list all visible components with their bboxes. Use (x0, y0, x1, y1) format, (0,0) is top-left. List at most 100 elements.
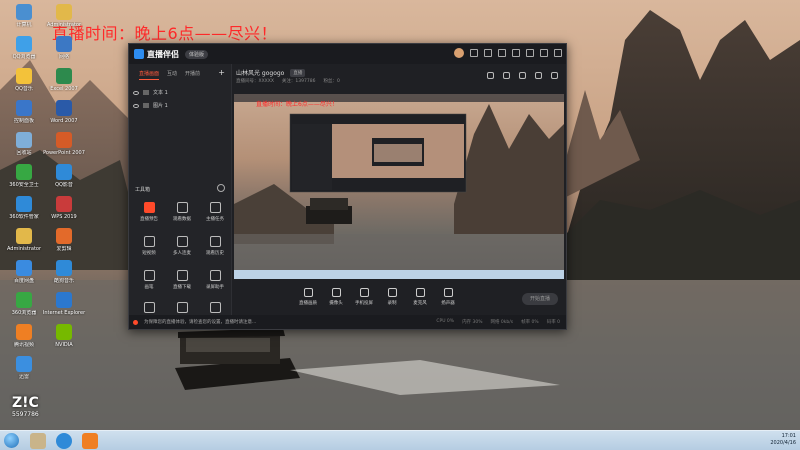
desktop-icon[interactable]: 百度网盘 (2, 260, 46, 284)
control-label: 扬声器 (441, 301, 455, 306)
tab-prelive[interactable]: 开播前 (185, 70, 200, 80)
control-button[interactable]: 录制 (378, 288, 406, 306)
preview-overlay-text: 直播时间：晚上6点——尽兴！ (256, 100, 338, 108)
lock-icon[interactable] (503, 72, 510, 79)
tool-button[interactable]: 直播下载 (167, 270, 197, 290)
desktop-icon-label: QQ音乐 (15, 86, 33, 92)
start-live-button[interactable]: 开始直播 (522, 293, 558, 305)
desktop-icon-label: 回收站 (16, 150, 32, 156)
minimize-icon[interactable] (526, 49, 534, 57)
desktop-icon[interactable]: 控制面板 (2, 100, 46, 124)
app-title: 直播伴侣 (147, 49, 179, 59)
desktop-icon[interactable]: PowerPoint 2007 (42, 132, 86, 156)
tool-button[interactable]: 主播任务 (200, 202, 230, 222)
notice-text[interactable]: 为保障您的直播体验，请检查您的设置，直播时请注意... (144, 319, 256, 325)
live-preview[interactable]: 直播时间：晚上6点——尽兴！ (234, 94, 564, 279)
room-id: 直播间号：XXXXX (236, 79, 274, 84)
app-icon (16, 36, 32, 52)
toolbox-settings-icon[interactable] (217, 184, 225, 192)
add-source-button[interactable]: + (218, 69, 225, 80)
tool-label: 观看历史 (206, 251, 224, 256)
desktop-icon-label: 网络 (58, 54, 69, 60)
skin-icon[interactable] (484, 49, 492, 57)
control-button[interactable]: 直播画质 (294, 288, 322, 306)
warning-icon (133, 319, 138, 325)
desktop-icon[interactable]: 爱剪辑 (42, 228, 86, 252)
app-icon (16, 292, 32, 308)
source-item[interactable]: 文本 1 (129, 86, 231, 99)
close-icon[interactable] (554, 49, 562, 57)
tool-button[interactable]: 观看历史 (200, 236, 230, 256)
maximize-icon[interactable] (540, 49, 548, 57)
room-followers: 关注：1397786 (281, 79, 316, 84)
preview-scene: 直播时间：晚上6点——尽兴！ (234, 94, 564, 279)
desktop-icon[interactable]: Administrator (42, 4, 86, 28)
gift-icon[interactable] (487, 72, 494, 79)
taskbar-app-kugou-icon[interactable] (56, 433, 72, 449)
control-button[interactable]: 手机投屏 (350, 288, 378, 306)
desktop-icon[interactable]: Administrator (2, 228, 46, 252)
desktop-icon[interactable]: 迅雷 (2, 356, 46, 380)
control-icon (303, 288, 313, 297)
desktop-icon[interactable]: 360浏览器 (2, 292, 46, 316)
system-tray[interactable]: 17:01 2020/4/16 (770, 433, 796, 447)
desktop-icon[interactable]: 回收站 (2, 132, 46, 156)
share-icon[interactable] (551, 72, 558, 79)
settings-icon[interactable] (498, 49, 506, 57)
taskbar-app-user-icon[interactable] (30, 433, 46, 449)
desktop-icon[interactable]: QQ浏览器 (2, 36, 46, 60)
eye-icon[interactable] (133, 90, 139, 95)
desktop-icon[interactable]: QQ音乐 (2, 68, 46, 92)
control-button[interactable]: 摄像头 (322, 288, 350, 306)
desktop-icon[interactable]: Word 2007 (42, 100, 86, 124)
channel-watermark: Z!C 5597786 (12, 395, 56, 435)
desktop-icon-label: NVIDIA (55, 342, 73, 348)
desktop-icon[interactable]: 计算机 (2, 4, 46, 28)
room-title[interactable]: 山林风光 gogogo (236, 68, 284, 77)
version-badge[interactable]: 体验版 (185, 49, 209, 59)
app-icon (56, 196, 72, 212)
tool-button[interactable]: 观看数据 (167, 202, 197, 222)
tool-label: 直播下载 (173, 285, 191, 290)
control-button[interactable]: 麦克风 (406, 288, 434, 306)
app-icon (16, 356, 32, 372)
bell-icon[interactable] (535, 72, 542, 79)
avatar[interactable] (454, 48, 464, 58)
network-stat: 网络 0kb/s (490, 320, 514, 325)
tool-button[interactable]: 画笔 (134, 270, 164, 290)
desktop-icon[interactable]: NVIDIA (42, 324, 86, 348)
tool-icon (176, 236, 188, 247)
tool-icon (143, 202, 155, 213)
desktop-icon[interactable]: 360安全卫士 (2, 164, 46, 188)
tab-interact[interactable]: 互动 (167, 70, 177, 80)
desktop-icon[interactable]: Internet Explorer (42, 292, 86, 316)
tab-scene[interactable]: 直播画面 (139, 70, 160, 80)
desktop-icon[interactable]: 腾讯视频 (2, 324, 46, 348)
tool-label: 观看数据 (173, 217, 191, 222)
taskbar-app-live-companion-icon[interactable] (82, 433, 98, 449)
tool-button[interactable]: 多人连麦 (167, 236, 197, 256)
tool-button[interactable]: 直播预告 (134, 202, 164, 222)
app-icon (16, 132, 32, 148)
tool-button[interactable]: 录屏助手 (200, 270, 230, 290)
tool-label: 画笔 (144, 285, 154, 290)
message-icon[interactable] (470, 49, 478, 57)
source-item[interactable]: 图片 1 (129, 99, 231, 112)
desktop-icon-label: 腾讯视频 (13, 342, 34, 348)
desktop-icon[interactable]: QQ影音 (42, 164, 86, 188)
control-label: 直播画质 (299, 301, 317, 306)
windows-start-button[interactable] (4, 433, 19, 448)
desktop-icon-label: Administrator (46, 22, 82, 28)
menu-icon[interactable] (512, 49, 520, 57)
desktop-icon[interactable]: 酷狗音乐 (42, 260, 86, 284)
tool-label: 录屏助手 (206, 285, 224, 290)
control-button[interactable]: 扬声器 (434, 288, 462, 306)
eye-icon[interactable] (133, 103, 139, 108)
desktop-icon[interactable]: Excel 2007 (42, 68, 86, 92)
desktop-icon[interactable]: 网络 (42, 36, 86, 60)
tool-button[interactable]: 短视频 (134, 236, 164, 256)
desktop-icon[interactable]: WPS 2019 (42, 196, 86, 220)
shield-icon[interactable] (519, 72, 526, 79)
desktop-icon[interactable]: 360软件管家 (2, 196, 46, 220)
app-icon (16, 228, 32, 244)
